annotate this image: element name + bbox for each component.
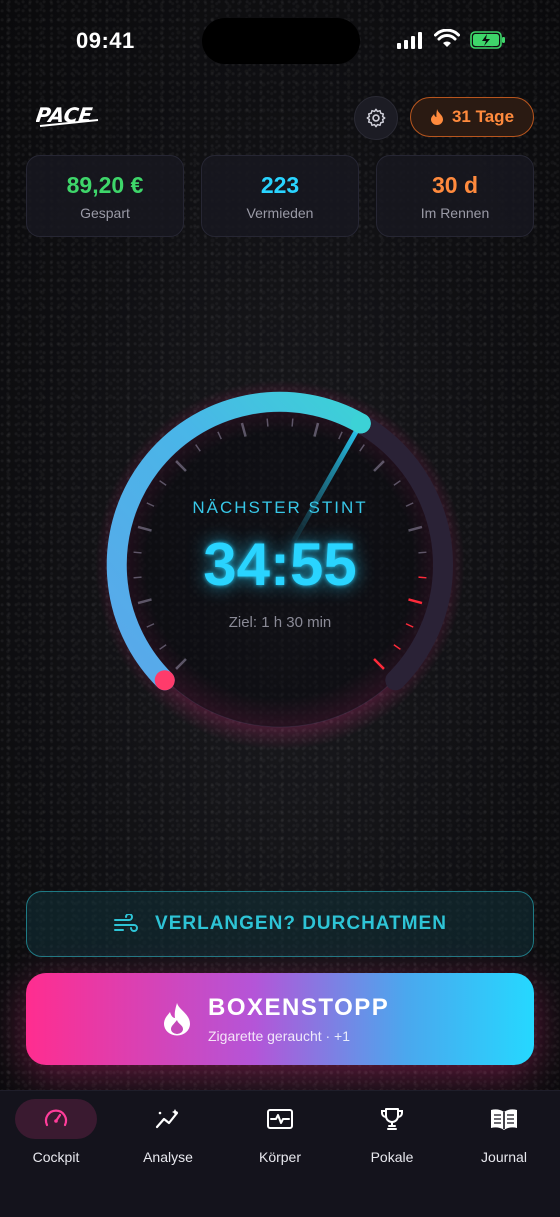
flame-icon (164, 1003, 190, 1036)
tab-label-pokale: Pokale (370, 1149, 414, 1165)
status-bar: 09:41 (0, 0, 560, 84)
gear-icon (366, 108, 386, 128)
stat-value-streak: 30 d (431, 171, 479, 198)
tab-journal[interactable]: Journal (448, 1099, 560, 1179)
breathe-label: VERLANGEN? DURCHATMEN (155, 913, 447, 934)
pitstop-subtitle: Zigarette geraucht · +1 (208, 1028, 351, 1044)
wind-icon (114, 914, 138, 932)
tab-analyse[interactable]: Analyse (112, 1099, 224, 1179)
pace-logo: PACE (34, 102, 104, 135)
tab-label-koerper: Körper (258, 1149, 302, 1165)
chart-sparkle-icon (155, 1109, 179, 1129)
gauge-tick (266, 418, 269, 427)
gauge-start-cap (154, 670, 175, 691)
tab-bar: Cockpit Analyse Körper Pokale Journal (0, 1090, 560, 1217)
status-time: 09:41 (76, 28, 135, 53)
dynamic-island (202, 18, 360, 64)
heart-monitor-icon (267, 1109, 293, 1129)
wifi-icon (434, 29, 460, 47)
stat-card-saved: 89,20 € Gespart (26, 155, 184, 237)
trophy-icon (381, 1108, 403, 1130)
gauge-timer: 34:55 (203, 531, 357, 598)
gauge-tick (291, 418, 294, 427)
stat-label-avoided: Vermieden (246, 204, 314, 221)
stat-card-streak: 30 d Im Rennen (376, 155, 534, 237)
breathe-button[interactable]: VERLANGEN? DURCHATMEN (26, 891, 534, 957)
tab-pokale[interactable]: Pokale (336, 1099, 448, 1179)
stat-label-saved: Gespart (80, 204, 130, 221)
speedometer-icon (44, 1109, 68, 1127)
pace-logo-mark: PACE (34, 103, 99, 127)
stat-label-streak: Im Rennen (420, 204, 490, 221)
gauge-goal: Ziel: 1 h 30 min (228, 614, 332, 631)
pitstop-button[interactable]: BOXENSTOPP Zigarette geraucht · +1 (26, 973, 534, 1065)
gauge-progress-knob (350, 413, 371, 434)
signal-icon (397, 31, 422, 49)
tab-label-cockpit: Cockpit (32, 1149, 80, 1165)
flame-icon (430, 109, 443, 125)
pitstop-title: BOXENSTOPP (208, 994, 390, 1021)
settings-button[interactable] (354, 96, 398, 140)
streak-label: 31 Tage (451, 107, 515, 126)
tab-koerper[interactable]: Körper (224, 1099, 336, 1179)
tab-label-analyse: Analyse (143, 1149, 193, 1165)
stat-value-avoided: 223 (260, 171, 300, 198)
streak-badge[interactable]: 31 Tage (410, 97, 534, 137)
gauge-label: NÄCHSTER STINT (192, 498, 368, 517)
stat-card-avoided: 223 Vermieden (201, 155, 359, 237)
battery-icon (470, 31, 505, 49)
tab-label-journal: Journal (481, 1149, 527, 1165)
tab-cockpit[interactable]: Cockpit (0, 1099, 112, 1179)
book-icon (491, 1109, 517, 1130)
stat-value-saved: 89,20 € (66, 171, 144, 198)
